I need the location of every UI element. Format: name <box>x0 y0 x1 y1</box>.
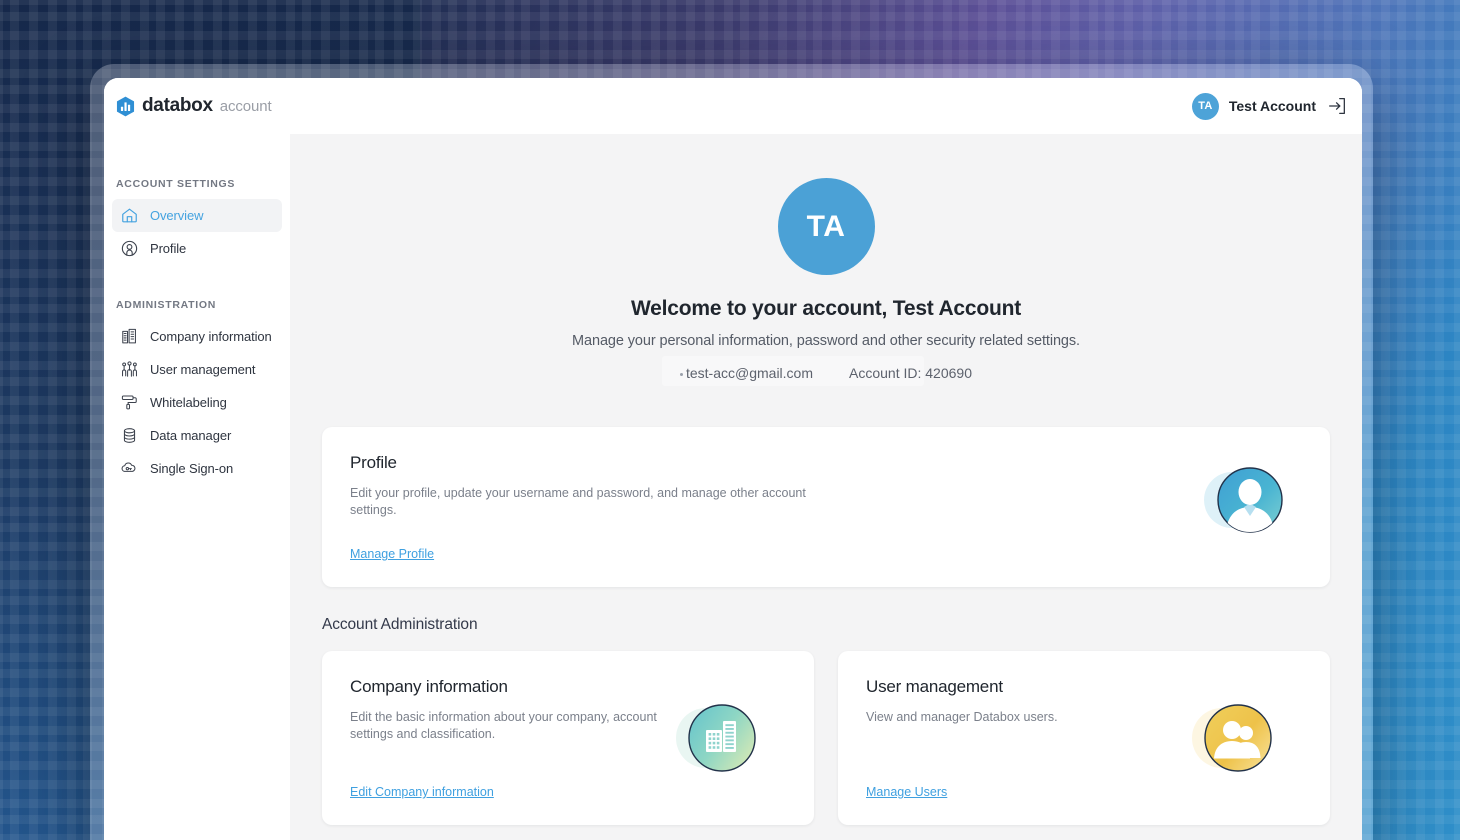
manage-profile-link[interactable]: Manage Profile <box>350 547 434 561</box>
user-management-card[interactable]: User management View and manager Databox… <box>838 651 1330 825</box>
sidebar-item-label: Single Sign-on <box>150 461 233 476</box>
email-icon <box>680 373 683 376</box>
profile-card[interactable]: Profile Edit your profile, update your u… <box>322 427 1330 587</box>
people-group-icon <box>120 360 139 379</box>
sidebar-group-administration: ADMINISTRATION Company information <box>104 299 290 485</box>
paint-roller-icon <box>120 393 139 412</box>
edit-company-information-link[interactable]: Edit Company information <box>350 785 494 799</box>
sidebar-item-company-information[interactable]: Company information <box>112 320 282 353</box>
app-body: ACCOUNT SETTINGS Overview Profile <box>104 134 1362 840</box>
database-icon <box>120 426 139 445</box>
sidebar-item-label: Profile <box>150 241 186 256</box>
avatar: TA <box>1192 93 1219 120</box>
main-content: TA Welcome to your account, Test Account… <box>290 134 1362 840</box>
brand[interactable]: databox account <box>116 95 272 117</box>
company-building-illustration-icon <box>666 688 766 788</box>
sidebar-group-title: ACCOUNT SETTINGS <box>104 178 290 190</box>
manage-users-link[interactable]: Manage Users <box>866 785 947 799</box>
home-icon <box>120 206 139 225</box>
card-description: Edit the basic information about your co… <box>350 709 695 743</box>
sidebar-item-user-management[interactable]: User management <box>112 353 282 386</box>
card-description: View and manager Databox users. <box>866 709 1211 726</box>
sidebar-item-whitelabeling[interactable]: Whitelabeling <box>112 386 282 419</box>
sidebar-item-label: Company information <box>150 329 272 344</box>
sidebar-item-data-manager[interactable]: Data manager <box>112 419 282 452</box>
sidebar-item-label: Data manager <box>150 428 231 443</box>
databox-hexagon-chart-logo-icon <box>116 96 135 117</box>
page-title: Welcome to your account, Test Account <box>290 297 1362 321</box>
sidebar-item-label: Whitelabeling <box>150 395 227 410</box>
section-title: Account Administration <box>322 616 1330 634</box>
card-title: Profile <box>350 453 1302 473</box>
hero-avatar: TA <box>778 178 875 275</box>
account-meta: test-acc@gmail.com Account ID: 420690 <box>290 365 1362 381</box>
building-icon <box>120 327 139 346</box>
page-subtitle: Manage your personal information, passwo… <box>290 333 1362 349</box>
sidebar-group-account-settings: ACCOUNT SETTINGS Overview Profile <box>104 178 290 265</box>
company-information-card[interactable]: Company information Edit the basic infor… <box>322 651 814 825</box>
card-description: Edit your profile, update your username … <box>350 485 830 519</box>
sidebar-spacer <box>104 265 290 299</box>
account-email: test-acc@gmail.com <box>686 365 813 381</box>
user-circle-icon <box>120 239 139 258</box>
user-menu[interactable]: TA Test Account <box>1192 93 1348 120</box>
sidebar-item-overview[interactable]: Overview <box>112 199 282 232</box>
sidebar-item-label: Overview <box>150 208 203 223</box>
sidebar-group-title: ADMINISTRATION <box>104 299 290 311</box>
user-name: Test Account <box>1229 98 1316 114</box>
cards-container: Profile Edit your profile, update your u… <box>290 427 1362 825</box>
key-cloud-icon <box>120 459 139 478</box>
top-bar: databox account TA Test Account <box>104 78 1362 134</box>
brand-name: databox <box>142 95 213 117</box>
logout-arrow-icon[interactable] <box>1326 95 1348 117</box>
administration-cards: Company information Edit the basic infor… <box>322 651 1330 825</box>
sidebar: ACCOUNT SETTINGS Overview Profile <box>104 134 290 840</box>
account-id: Account ID: 420690 <box>849 365 972 381</box>
sidebar-item-profile[interactable]: Profile <box>112 232 282 265</box>
sidebar-item-label: User management <box>150 362 255 377</box>
profile-avatar-illustration-icon <box>1194 454 1294 546</box>
app-window: databox account TA Test Account ACCOUNT … <box>104 78 1362 840</box>
welcome-hero: TA Welcome to your account, Test Account… <box>290 178 1362 381</box>
sidebar-item-single-sign-on[interactable]: Single Sign-on <box>112 452 282 485</box>
users-group-illustration-icon <box>1182 688 1282 788</box>
brand-subtitle: account <box>220 98 272 115</box>
account-email-wrap: test-acc@gmail.com <box>680 365 813 381</box>
